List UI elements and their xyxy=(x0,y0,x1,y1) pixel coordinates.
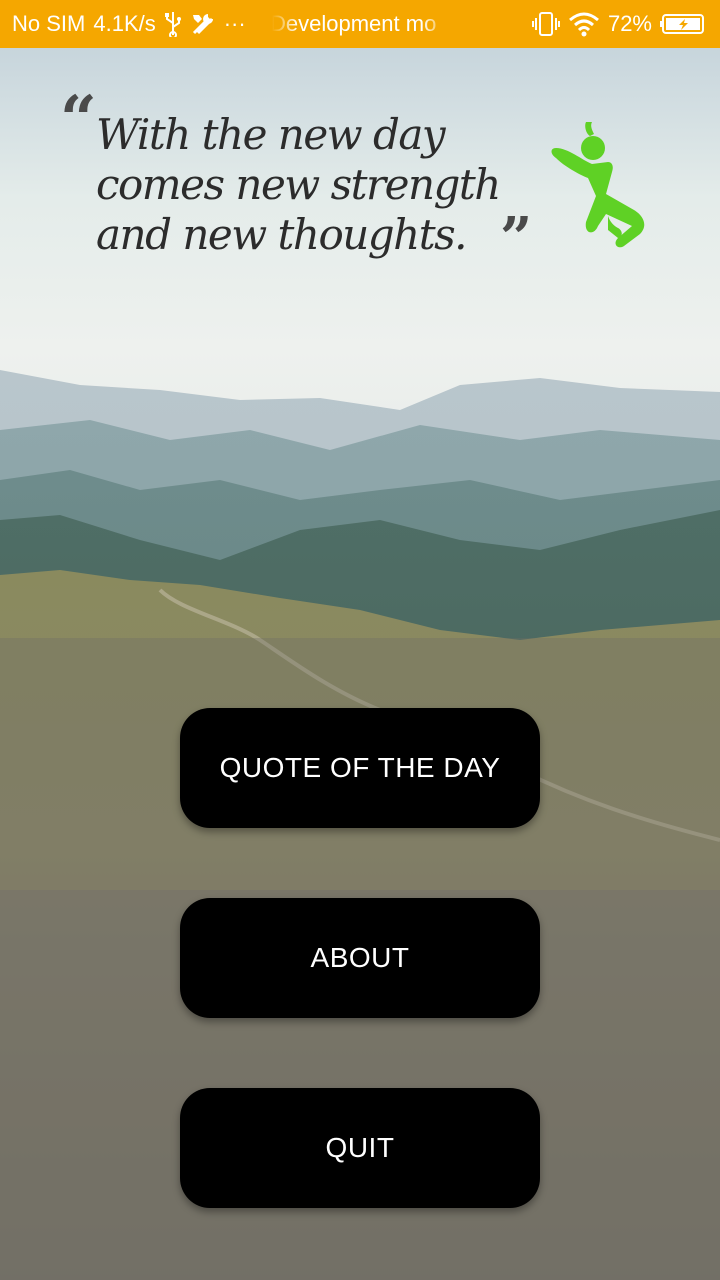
status-bar: No SIM 4.1K/s ··· Development mo 72% xyxy=(0,0,720,48)
battery-percent: 72% xyxy=(607,11,652,36)
quote-card: “ With the new day comes new strength an… xyxy=(60,88,660,288)
carrier-label: No SIM xyxy=(12,11,86,36)
close-quote-mark: ” xyxy=(500,205,533,271)
network-speed: 4.1K/s xyxy=(93,11,156,36)
tools-icon xyxy=(190,11,216,37)
quote-text: With the new day comes new strength and … xyxy=(96,110,501,259)
vibrate-icon xyxy=(531,11,560,37)
quit-button[interactable]: QUIT xyxy=(180,1088,540,1208)
quote-of-the-day-button[interactable]: QUOTE OF THE DAY xyxy=(180,708,540,828)
more-notifications-icon: ··· xyxy=(223,11,246,36)
open-quote-mark: “ xyxy=(60,82,97,157)
ticker-fade-left xyxy=(272,0,298,48)
about-button[interactable]: ABOUT xyxy=(180,898,540,1018)
ticker-fade-right xyxy=(422,0,448,48)
running-person-icon xyxy=(551,122,645,248)
app-screen: No SIM 4.1K/s ··· Development mo 72% “ W… xyxy=(0,0,720,1280)
battery-charging-icon xyxy=(660,12,708,36)
wifi-icon xyxy=(568,11,600,37)
usb-icon xyxy=(164,11,182,37)
